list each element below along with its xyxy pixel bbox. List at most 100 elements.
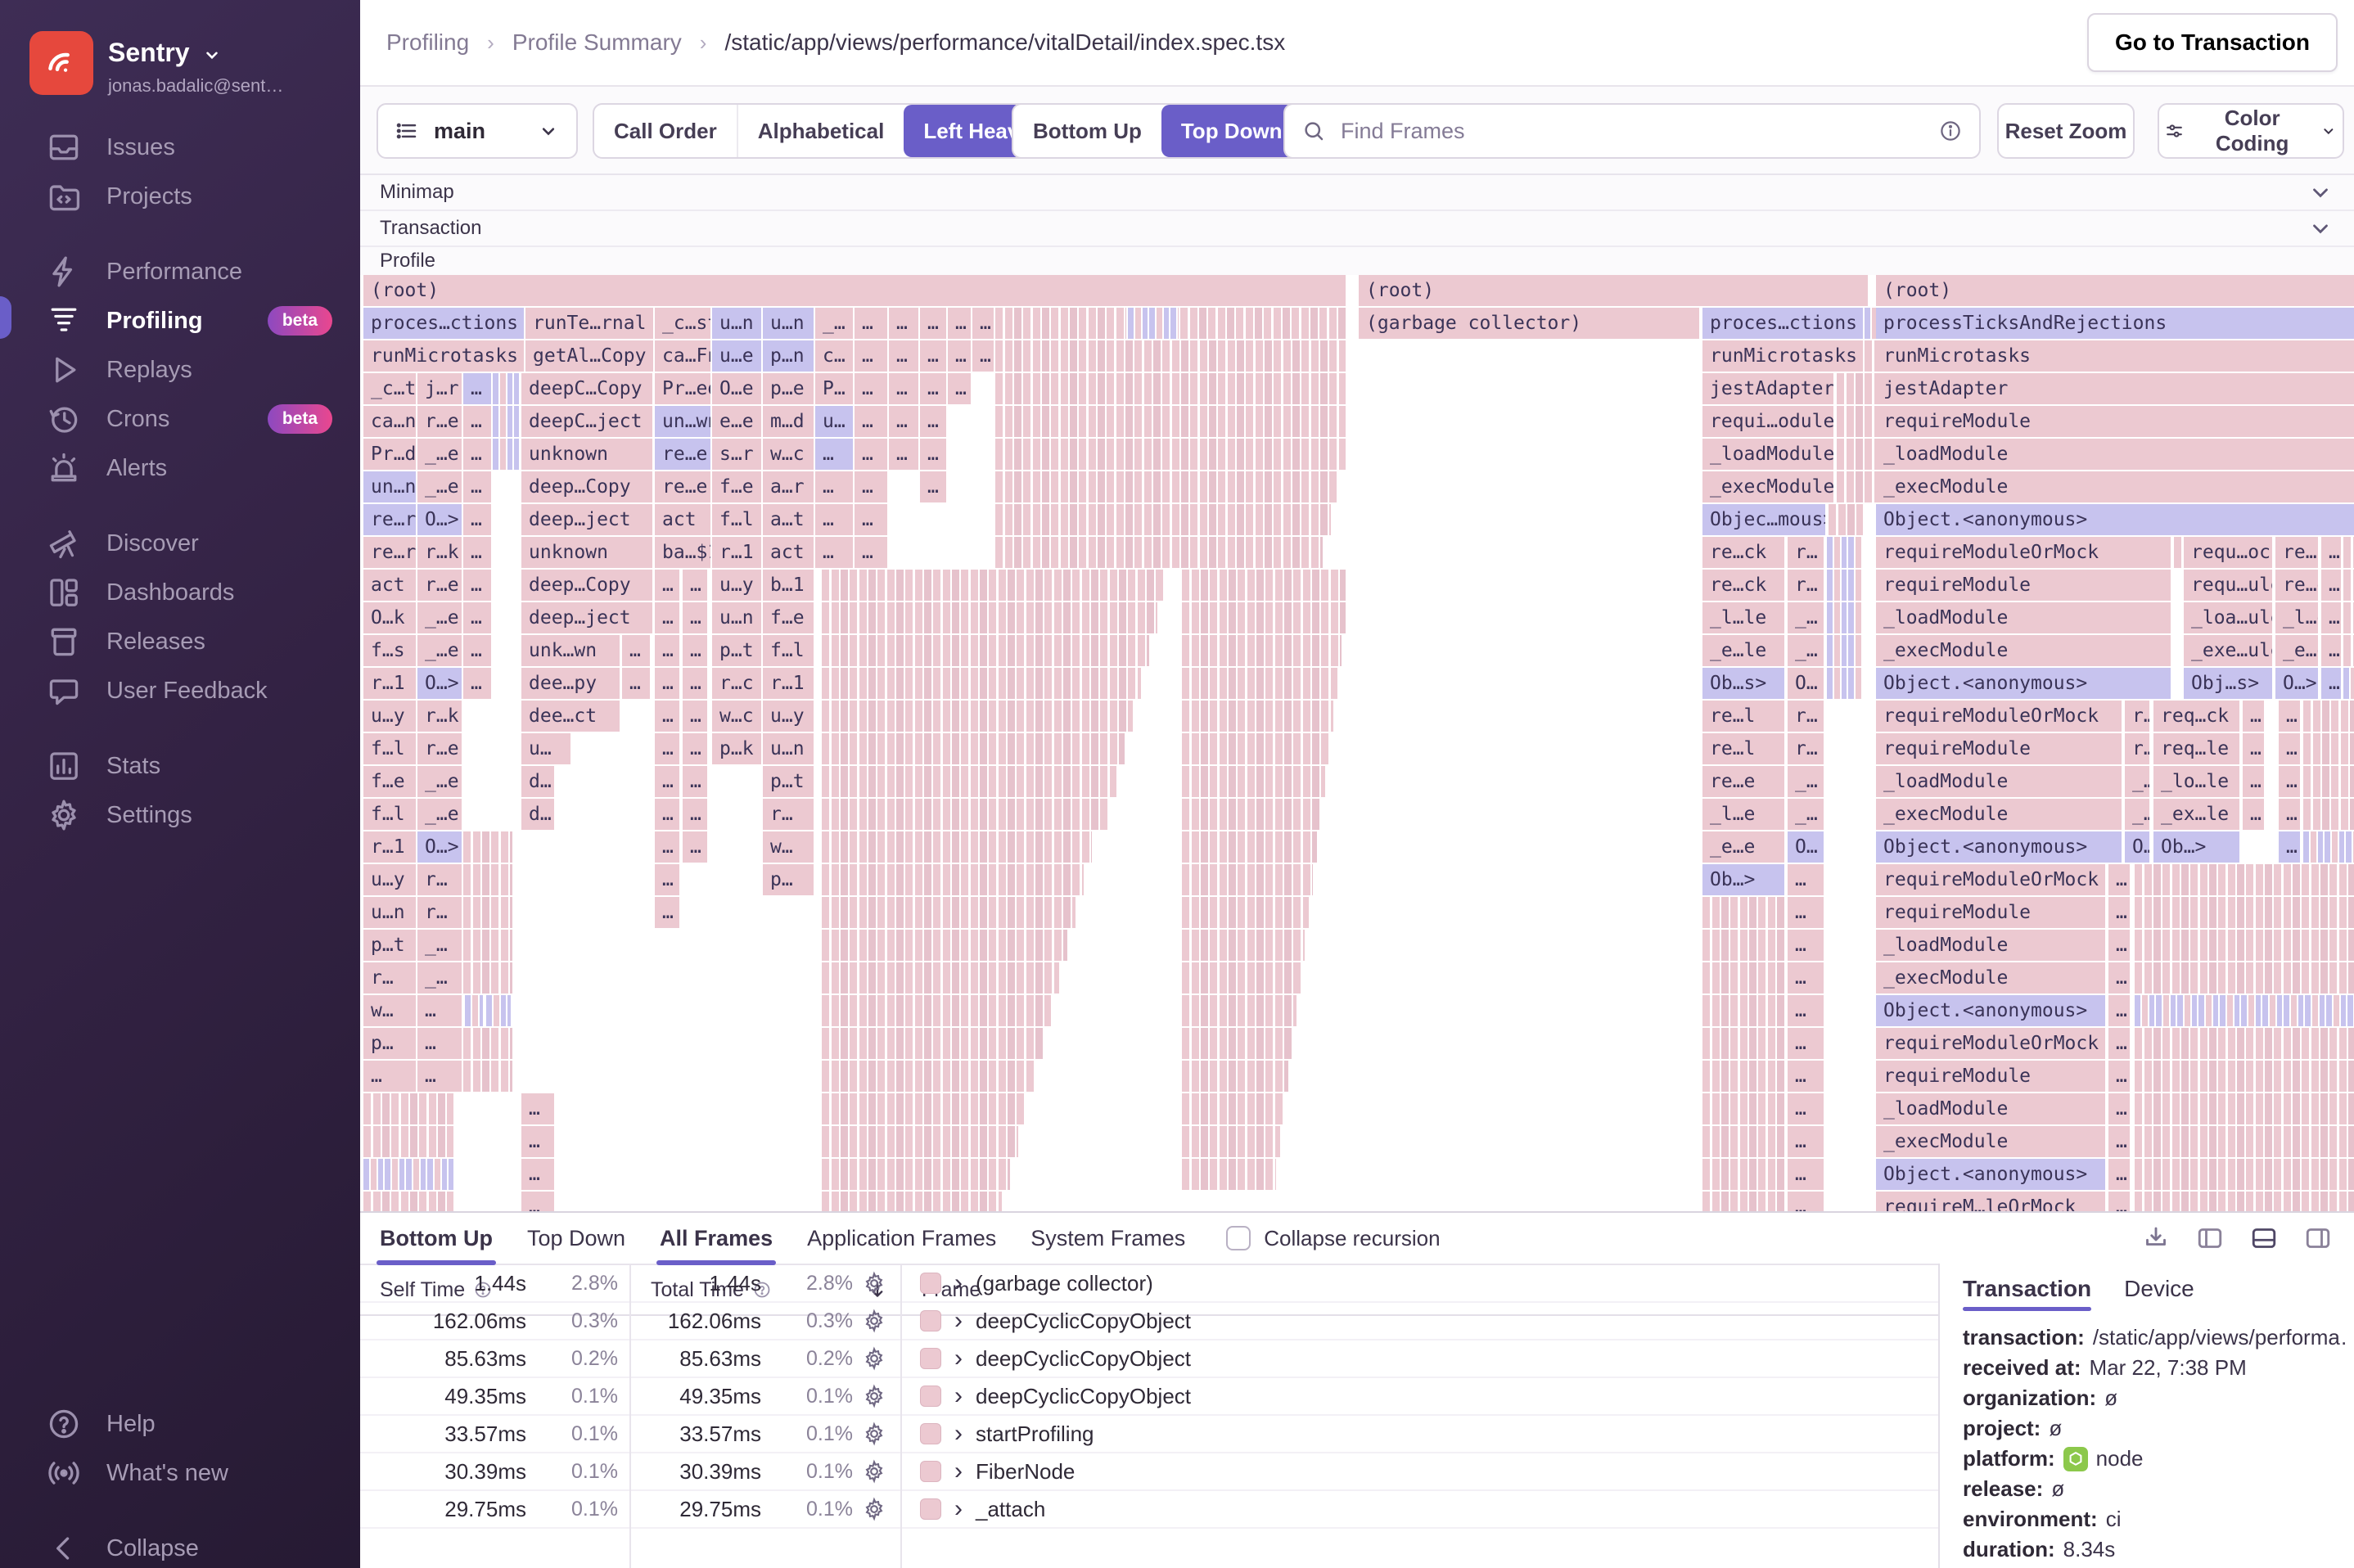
flame-frame[interactable]: … (889, 373, 918, 404)
flame-frame[interactable]: … (1788, 1028, 1824, 1059)
sort-alphabetical[interactable]: Alphabetical (736, 105, 904, 157)
breadcrumb-item[interactable]: Profiling (386, 29, 469, 56)
flame-frame[interactable]: req…le (2153, 733, 2239, 764)
flame-frame[interactable]: f…s (363, 635, 416, 666)
flame-frame[interactable]: (root) (1359, 275, 1868, 306)
flame-frame[interactable]: Ob…s> (1702, 668, 1784, 699)
flame-frame[interactable]: _ex…le (2153, 799, 2239, 830)
sidebar-item-profiling[interactable]: Profiling beta (0, 298, 360, 344)
flame-frame[interactable]: … (622, 635, 650, 666)
dock-right-icon[interactable] (2303, 1223, 2333, 1253)
flame-frame[interactable]: p…t (712, 635, 761, 666)
flame-frame[interactable]: … (2108, 897, 2130, 928)
flame-frame[interactable]: u…n (712, 602, 761, 633)
sort-call-order[interactable]: Call Order (594, 105, 737, 157)
flame-frame[interactable]: p…e (763, 373, 814, 404)
flame-frame[interactable]: u…n (363, 897, 416, 928)
frame-settings-gear-icon[interactable] (853, 1271, 895, 1295)
flame-frame[interactable]: _… (1788, 766, 1824, 797)
flame-frame[interactable]: … (2243, 766, 2264, 797)
flame-frame[interactable]: d… (521, 766, 554, 797)
flame-frame[interactable]: … (815, 504, 853, 535)
flame-frame[interactable]: j…r (417, 373, 462, 404)
flame-frame[interactable]: re…l (1702, 701, 1784, 732)
table-row[interactable]: 33.57ms 0.1% 33.57ms 0.1% › startProfiling (360, 1416, 1938, 1453)
flame-frame[interactable]: O… (1788, 831, 1824, 863)
flame-frame[interactable]: … (463, 504, 491, 535)
flame-frame[interactable]: r…e (417, 406, 462, 437)
flame-frame[interactable]: f…l (763, 635, 814, 666)
flame-frame[interactable]: Ob…> (1702, 864, 1784, 895)
flame-frame[interactable]: … (655, 831, 679, 863)
flame-frame[interactable]: runTe…rnal (525, 308, 653, 339)
flame-frame[interactable]: ca…n (363, 406, 416, 437)
expand-chevron-icon[interactable]: › (954, 1459, 963, 1484)
flame-frame[interactable]: s…r (712, 439, 761, 470)
flame-frame[interactable]: (root) (1876, 275, 2354, 306)
flame-frame[interactable]: unknown (521, 537, 652, 568)
reset-zoom-button[interactable]: Reset Zoom (1997, 103, 2135, 159)
flame-frame[interactable]: requireM…leOrMock (1876, 1192, 2105, 1213)
table-row[interactable]: 85.63ms 0.2% 85.63ms 0.2% › deepCyclicCopyObj… (360, 1340, 1938, 1378)
flame-frame[interactable]: r…e (417, 570, 462, 601)
flame-frame[interactable]: _l…e (1702, 799, 1784, 830)
flame-frame[interactable]: _loadModule (1876, 766, 2122, 797)
frame-settings-gear-icon[interactable] (853, 1497, 895, 1521)
thread-select[interactable]: main (377, 103, 578, 159)
minimap-section-header[interactable]: Minimap (360, 175, 2354, 211)
flame-frame[interactable]: … (655, 766, 679, 797)
breadcrumb-item[interactable]: Profile Summary (512, 29, 682, 56)
sidebar-item-discover[interactable]: Discover (0, 520, 360, 566)
flame-frame[interactable]: … (855, 406, 887, 437)
flame-frame[interactable]: … (655, 864, 679, 895)
flame-frame[interactable]: r…1 (763, 668, 814, 699)
flame-frame[interactable]: … (855, 471, 887, 502)
flame-frame[interactable]: proces…ctions (1702, 308, 1863, 339)
flame-frame[interactable]: d… (521, 799, 554, 830)
flame-frame[interactable]: b…1 (763, 570, 814, 601)
flame-frame[interactable]: _execModule (1876, 471, 2354, 502)
flame-frame[interactable]: _… (2125, 766, 2149, 797)
flame-frame[interactable]: r… (2125, 733, 2149, 764)
flamegraph-canvas[interactable]: (root) (root) (root) proces…ctions runTe…rna… (363, 275, 2354, 1213)
flame-frame[interactable]: _execModule (1876, 1126, 2105, 1157)
sidebar-item-stats[interactable]: Stats (0, 743, 360, 789)
flame-frame[interactable]: f…e (363, 766, 416, 797)
flame-frame[interactable]: re…l (1702, 733, 1784, 764)
flame-frame[interactable]: … (2243, 799, 2264, 830)
flame-frame[interactable]: … (855, 537, 887, 568)
flame-frame[interactable]: Ob…> (2153, 831, 2239, 863)
flame-frame[interactable]: r…1 (712, 537, 761, 568)
flame-frame[interactable]: … (463, 373, 491, 404)
flame-frame[interactable]: … (417, 995, 462, 1026)
flame-frame[interactable]: … (889, 340, 918, 372)
flame-frame[interactable]: … (463, 537, 491, 568)
flame-frame[interactable]: … (363, 1061, 416, 1092)
flame-frame[interactable]: _e…e (1702, 831, 1784, 863)
flame-frame[interactable]: u…y (363, 864, 416, 895)
flame-frame[interactable]: dee…py (521, 668, 620, 699)
flame-frame[interactable]: r…c (712, 668, 761, 699)
flame-frame[interactable]: requireModuleOrMock (1876, 864, 2105, 895)
flame-frame[interactable]: runMicrotasks (1876, 340, 2354, 372)
flame-frame[interactable]: Objec…mous> (1702, 504, 1825, 535)
flame-frame[interactable]: r… (1788, 733, 1824, 764)
flame-frame[interactable]: requ…ule (2184, 570, 2272, 601)
flame-frame[interactable]: un…wn (655, 406, 710, 437)
flame-frame[interactable]: … (2108, 1061, 2130, 1092)
flame-frame[interactable]: _loadModule (1876, 1093, 2105, 1124)
collapse-recursion-checkbox[interactable] (1226, 1226, 1251, 1250)
flame-frame[interactable]: … (2108, 1028, 2130, 1059)
flame-frame[interactable]: _… (1788, 635, 1824, 666)
flame-frame[interactable]: … (655, 799, 679, 830)
flame-frame[interactable]: … (920, 373, 946, 404)
expand-chevron-icon[interactable]: › (954, 1346, 963, 1371)
find-frames-search[interactable] (1283, 103, 1981, 159)
flame-frame[interactable]: … (2108, 962, 2130, 994)
flame-frame[interactable]: … (2279, 701, 2300, 732)
flame-frame[interactable]: _… (417, 962, 462, 994)
flame-frame[interactable]: c… (815, 340, 853, 372)
flame-frame[interactable]: … (1788, 864, 1824, 895)
flame-frame[interactable]: w…c (763, 439, 814, 470)
flame-frame[interactable]: … (2108, 930, 2130, 961)
